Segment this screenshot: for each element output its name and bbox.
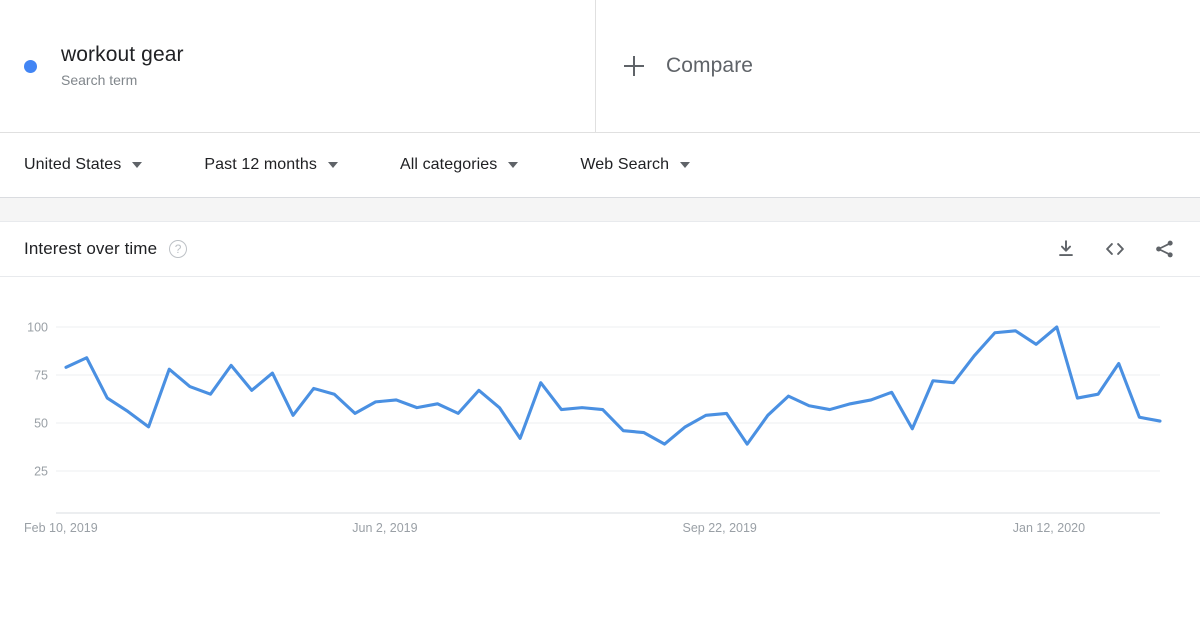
interest-over-time-card: Interest over time ? 25 50 75 100 Feb 10… bbox=[0, 222, 1200, 607]
filter-category-label: All categories bbox=[399, 156, 498, 173]
section-gutter bbox=[0, 198, 1200, 222]
chevron-down-icon bbox=[508, 162, 519, 168]
filter-time-range-label: Past 12 months bbox=[204, 156, 317, 173]
series-color-dot bbox=[24, 59, 37, 73]
svg-text:25: 25 bbox=[34, 465, 48, 479]
card-actions bbox=[1055, 238, 1176, 260]
plus-icon bbox=[624, 56, 644, 76]
share-icon[interactable] bbox=[1153, 238, 1176, 260]
svg-text:Jan 12, 2020: Jan 12, 2020 bbox=[1013, 521, 1085, 535]
compare-label: Compare bbox=[666, 54, 754, 77]
google-trends-page: workout gear Search term Compare United … bbox=[0, 0, 1200, 630]
svg-text:Jun 2, 2019: Jun 2, 2019 bbox=[352, 521, 417, 535]
search-term-card[interactable]: workout gear Search term bbox=[0, 0, 596, 132]
compare-button[interactable]: Compare bbox=[596, 0, 1200, 132]
filter-location-label: United States bbox=[24, 156, 122, 173]
svg-text:Sep 22, 2019: Sep 22, 2019 bbox=[683, 521, 757, 535]
svg-text:75: 75 bbox=[34, 369, 48, 383]
chevron-down-icon bbox=[132, 162, 143, 168]
filter-bar: United States Past 12 months All categor… bbox=[0, 133, 1200, 198]
chart-trend-line bbox=[64, 325, 1162, 446]
card-title: Interest over time bbox=[24, 239, 158, 258]
search-term-bar: workout gear Search term Compare bbox=[0, 0, 1200, 133]
search-term-subtitle: Search term bbox=[61, 72, 138, 88]
filter-location[interactable]: United States bbox=[24, 156, 143, 174]
help-icon[interactable]: ? bbox=[169, 240, 188, 258]
interest-over-time-chart[interactable]: 25 50 75 100 Feb 10, 2019 Jun 2, 2019 Sep 22,… bbox=[0, 277, 1200, 607]
filter-time-range[interactable]: Past 12 months bbox=[204, 156, 338, 174]
svg-text:100: 100 bbox=[27, 321, 48, 335]
svg-text:Feb 10, 2019: Feb 10, 2019 bbox=[24, 521, 98, 535]
chart-svg: 25 50 75 100 Feb 10, 2019 Jun 2, 2019 Sep 22,… bbox=[24, 321, 1162, 535]
chevron-down-icon bbox=[327, 162, 338, 168]
download-icon[interactable] bbox=[1055, 238, 1077, 260]
filter-search-type-label: Web Search bbox=[580, 156, 670, 173]
search-term-title: workout gear bbox=[61, 43, 184, 66]
card-header: Interest over time ? bbox=[0, 222, 1200, 277]
chevron-down-icon bbox=[680, 162, 691, 168]
filter-category[interactable]: All categories bbox=[399, 156, 519, 174]
chart-y-axis-labels: 25 50 75 100 bbox=[27, 321, 48, 479]
embed-icon[interactable] bbox=[1103, 238, 1127, 260]
search-term-text: workout gear Search term bbox=[61, 42, 184, 90]
filter-search-type[interactable]: Web Search bbox=[580, 156, 691, 174]
svg-text:50: 50 bbox=[34, 417, 48, 431]
chart-gridlines bbox=[56, 326, 1160, 472]
chart-x-axis-labels: Feb 10, 2019 Jun 2, 2019 Sep 22, 2019 Jan 1… bbox=[24, 521, 1085, 535]
